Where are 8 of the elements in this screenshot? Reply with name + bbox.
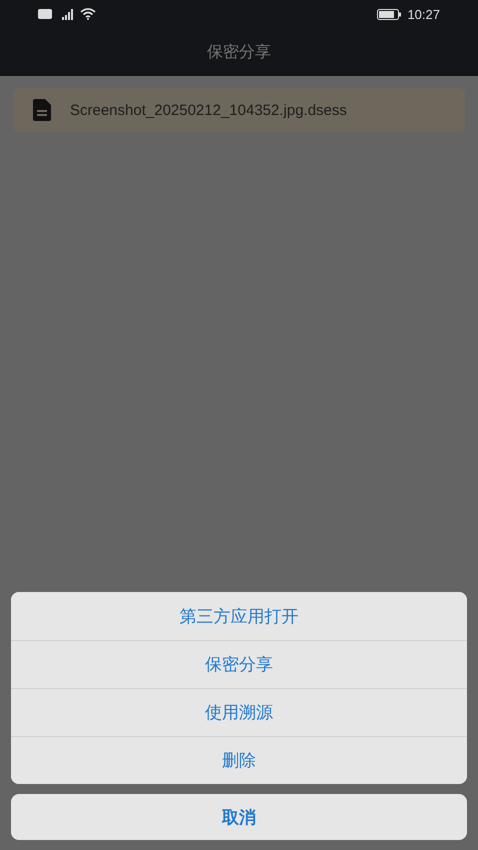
battery-icon — [377, 8, 402, 20]
action-item[interactable]: 删除 — [11, 736, 467, 784]
wifi-icon — [80, 8, 96, 20]
file-item[interactable]: Screenshot_20250212_104352.jpg.dsess — [13, 88, 465, 132]
cancel-button[interactable]: 取消 — [11, 794, 467, 840]
document-icon — [33, 99, 51, 121]
page-title: 保密分享 — [207, 42, 271, 62]
status-time: 10:27 — [407, 6, 440, 22]
